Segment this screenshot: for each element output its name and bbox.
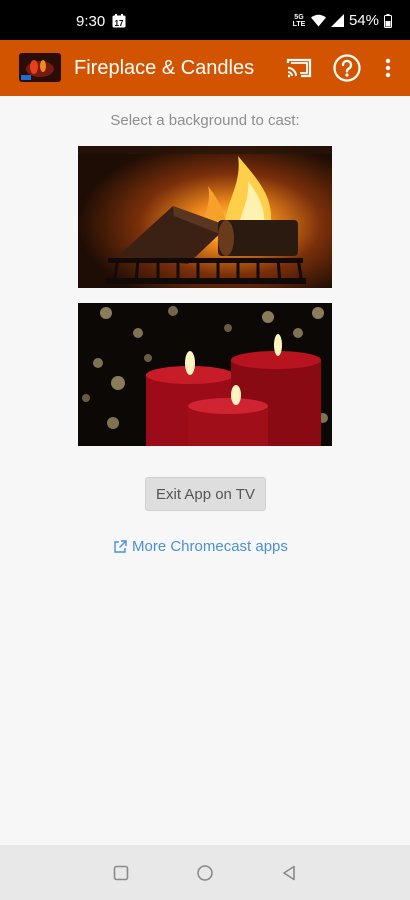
more-chromecast-apps-link[interactable]: More Chromecast apps — [114, 536, 288, 556]
more-vert-icon[interactable] — [379, 56, 397, 80]
app-title: Fireplace & Candles — [74, 57, 255, 79]
calendar-icon: 17 — [112, 14, 126, 28]
wifi-icon — [310, 14, 326, 27]
signal-icon — [330, 14, 344, 27]
svg-text:17: 17 — [115, 19, 124, 28]
more-chromecast-apps-label: More Chromecast apps — [132, 537, 288, 555]
recents-icon[interactable] — [112, 864, 130, 882]
home-icon[interactable] — [196, 864, 214, 882]
battery-icon — [384, 13, 392, 28]
app-bar: Fireplace & Candles — [0, 40, 410, 96]
network-type-bottom: LTE — [292, 20, 306, 28]
help-icon[interactable] — [333, 54, 361, 82]
app-logo — [19, 53, 61, 82]
status-time: 9:30 — [76, 13, 106, 30]
cast-icon[interactable] — [286, 56, 312, 80]
select-background-prompt: Select a background to cast: — [110, 112, 300, 129]
external-link-icon — [114, 539, 127, 553]
navigation-bar — [0, 845, 410, 900]
exit-app-on-tv-button[interactable]: Exit App on TV — [145, 477, 266, 511]
fireplace-background-option[interactable] — [78, 146, 332, 288]
network-type: 5G LTE — [292, 14, 306, 28]
candles-background-option[interactable] — [78, 303, 332, 446]
back-icon[interactable] — [280, 864, 298, 882]
status-bar: 9:30 17 5G LTE 54% — [0, 0, 410, 40]
battery-percent: 54% — [348, 12, 379, 29]
network-type-top: 5G — [294, 13, 304, 21]
